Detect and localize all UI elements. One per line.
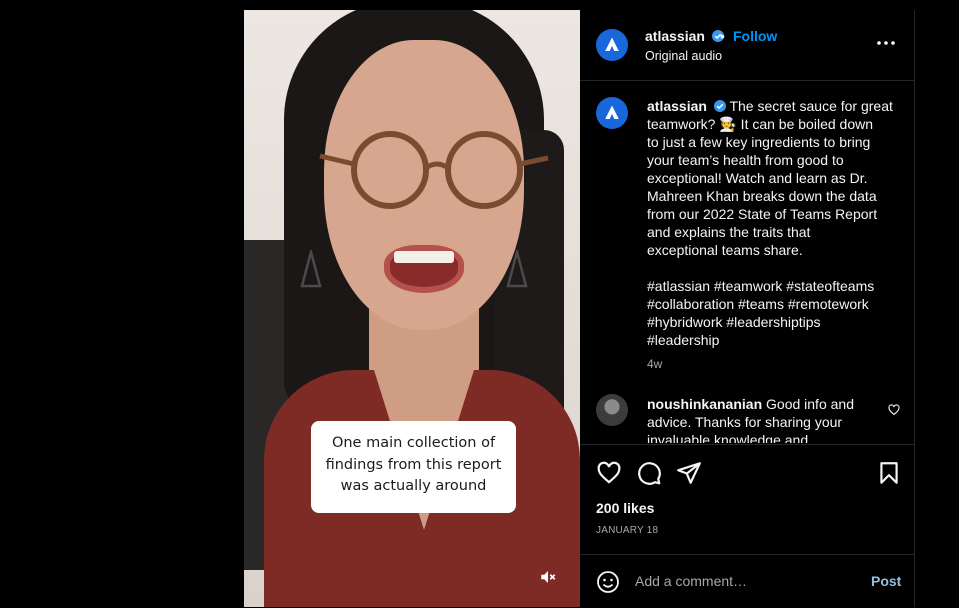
caption-text-line: exceptional! Watch and learn as Dr. [647,170,868,186]
presenter-teeth [394,251,454,263]
caption-text-line: Mahreen Khan breaks down the data [647,188,877,204]
ellipsis-icon[interactable] [876,38,896,48]
comment-like-heart-icon[interactable] [888,404,900,416]
post-caption: atlassian The secret sauce for great tea… [647,97,897,349]
post-date[interactable]: JANUARY 18 [596,525,658,536]
comment-bubble-icon[interactable] [636,460,662,486]
caption-text-line: to just a few key ingredients to bring [647,134,871,150]
caption-text-line: and explains the traits that [647,224,811,240]
comment-text-line: invaluable knowledge and [647,432,809,443]
caption-text-line: teamwork? 🧑‍🍳 It can be boiled down [647,116,873,132]
comment-input[interactable] [635,569,855,593]
post-author-name[interactable]: atlassian [645,28,705,44]
atlassian-logo-icon [605,37,619,51]
comment: noushinkananian Good info and advice. Th… [647,395,877,443]
speaker-muted-icon [541,571,556,583]
verified-badge-icon [713,100,726,112]
share-paper-plane-icon[interactable] [676,460,702,486]
comment-text-line: advice. Thanks for sharing your [647,414,843,430]
caption-text-line: your team’s health from good to [647,152,844,168]
earring-left-shape [300,250,322,288]
comment-text-first-line: Good info and [766,396,854,412]
hashtag-line[interactable]: #collaboration #teams #remotework [647,295,897,313]
caption-timestamp[interactable]: 4w [647,357,662,371]
video-player[interactable]: One main collection of findings from thi… [244,10,580,607]
follow-button[interactable]: Follow [733,28,777,44]
post-author[interactable]: atlassian [645,28,724,44]
video-caption-line: One main collection of [331,435,496,451]
post-header: atlassian • Follow Original audio [580,10,914,81]
post-panel: atlassian • Follow Original audio atlass… [580,10,915,607]
hashtag-line[interactable]: #hybridwork #leadershiptips [647,313,897,331]
glasses-shape [319,131,549,209]
earring-right-shape [506,250,528,288]
avatar[interactable] [596,29,628,61]
caption-author[interactable]: atlassian [647,98,707,114]
emoji-icon[interactable] [596,570,620,594]
video-caption-box: One main collection of findings from thi… [311,421,516,513]
comments-scroll-area[interactable]: atlassian The secret sauce for great tea… [580,81,914,443]
like-heart-icon[interactable] [596,460,622,486]
post-comment-button[interactable]: Post [871,573,901,589]
caption-text-line: from our 2022 State of Teams Report [647,206,878,222]
caption-text-first-line: The secret sauce for great [729,98,893,114]
likes-count[interactable]: 200 likes [596,500,654,516]
add-comment-bar: Post [580,554,914,608]
hashtag-line[interactable]: #leadership [647,331,897,349]
caption-text-line: exceptional teams share. [647,242,803,258]
original-audio-link[interactable]: Original audio [645,49,722,63]
hashtag-line[interactable]: #atlassian #teamwork #stateofteams [647,277,897,295]
commenter-avatar[interactable] [596,394,628,426]
mute-button[interactable] [537,566,559,588]
caption-avatar[interactable] [596,97,628,129]
bookmark-icon[interactable] [876,460,902,486]
video-caption-line: findings from this report [325,456,502,473]
commenter-username[interactable]: noushinkananian [647,396,762,412]
separator-dot: • [720,28,725,44]
atlassian-logo-icon [605,105,619,119]
post-actions: 200 likes JANUARY 18 [580,444,914,553]
video-caption-line: was actually around [340,478,487,494]
